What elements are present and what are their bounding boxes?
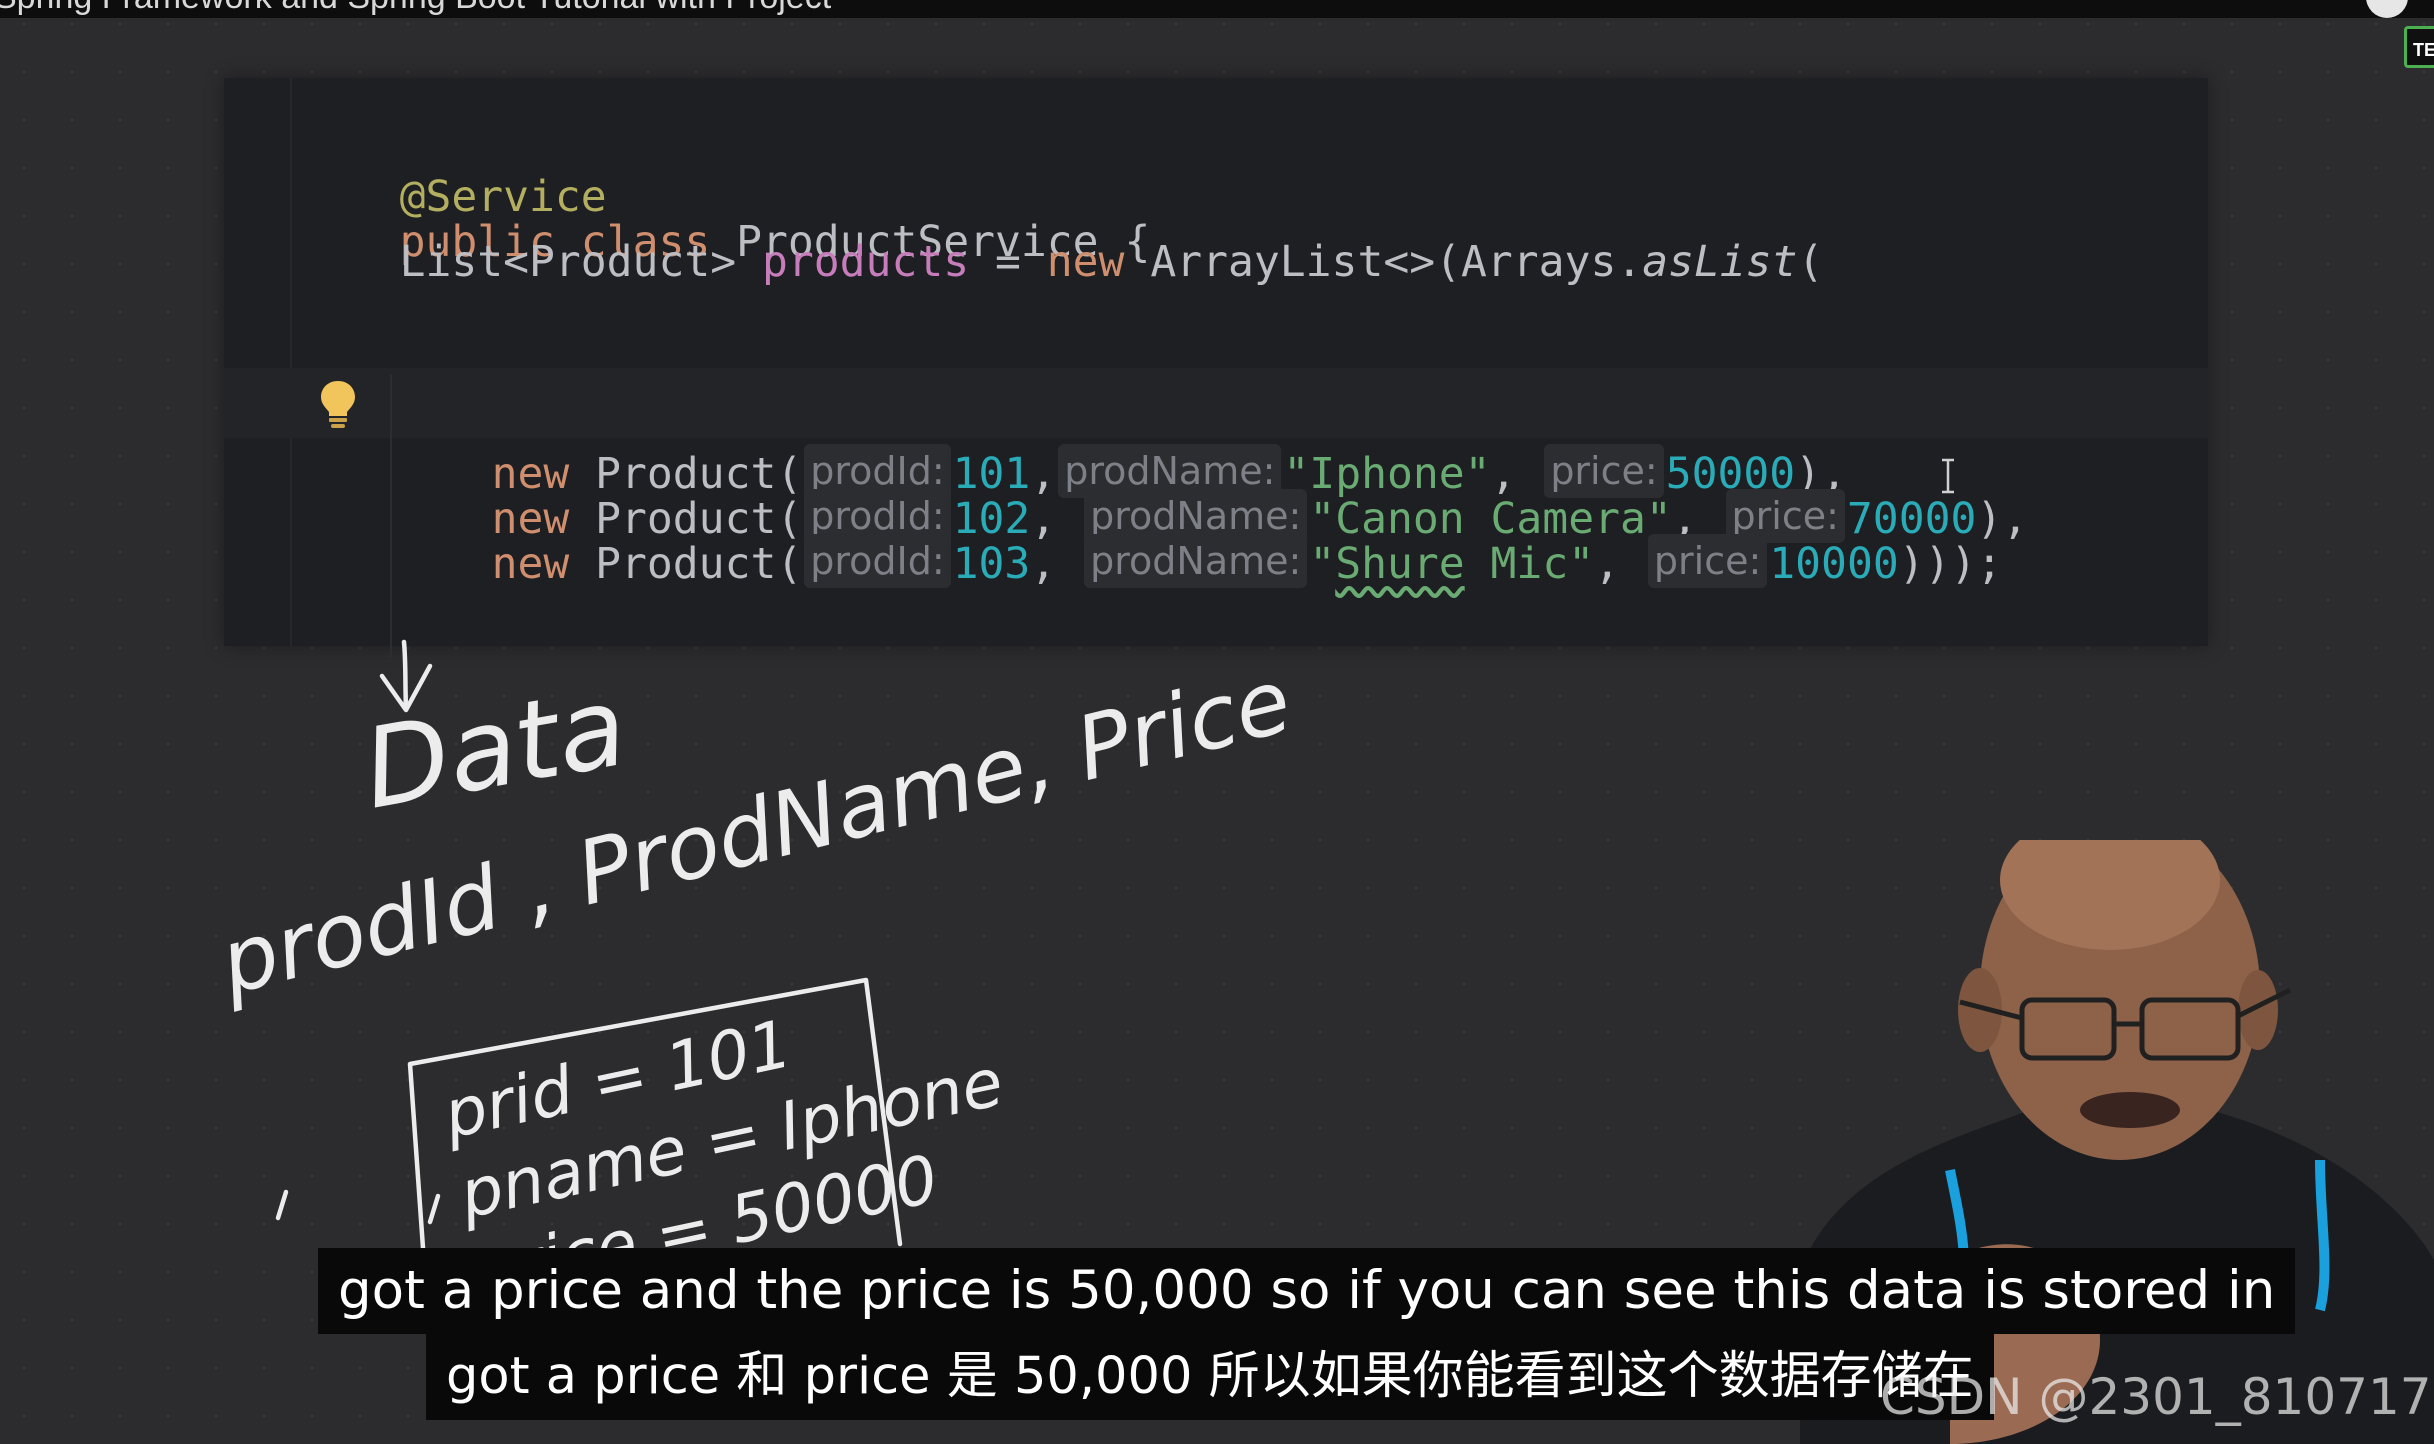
caption-line-english: got a price and the price is 50,000 so i… bbox=[318, 1248, 2296, 1334]
watermark: CSDN @2301_81071716 bbox=[1880, 1368, 2434, 1426]
caption-line-translated: got a price 和 price 是 50,000 所以如果你能看到这个数… bbox=[426, 1334, 1994, 1420]
note-data: Data bbox=[354, 662, 635, 834]
